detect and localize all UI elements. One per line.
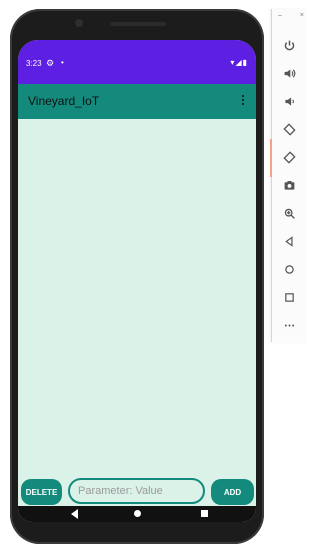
app-toolbar: Vineyard_IoT [18, 84, 256, 119]
panel-window-controls: – × [278, 12, 304, 19]
zoom-icon[interactable] [278, 202, 300, 224]
more-vertical-icon[interactable] [238, 93, 248, 109]
power-icon[interactable] [278, 34, 300, 56]
rotate-left-icon[interactable] [278, 118, 300, 140]
delete-button[interactable]: DELETE [21, 479, 62, 505]
emulator-window: 3:23 ⚙ • ▾◢▮ Vineyard_IoT DELETE Paramet… [0, 0, 306, 547]
parameter-input-placeholder: Parameter: Value [78, 485, 163, 497]
home-icon[interactable] [278, 258, 300, 280]
more-icon[interactable] [278, 314, 300, 336]
rotate-right-icon[interactable] [278, 146, 300, 168]
gear-icon: ⚙ [46, 58, 55, 68]
status-icons: ▾◢▮ [230, 58, 248, 67]
volume-down-icon[interactable] [278, 90, 300, 112]
phone-screen: 3:23 ⚙ • ▾◢▮ Vineyard_IoT DELETE Paramet… [18, 40, 256, 522]
camera-icon[interactable] [278, 174, 300, 196]
volume-up-icon[interactable] [278, 62, 300, 84]
status-time: 3:23 [26, 59, 42, 68]
close-button[interactable]: × [300, 12, 304, 19]
minimize-button[interactable]: – [278, 12, 282, 19]
back-icon[interactable] [71, 509, 78, 519]
recents-icon[interactable] [201, 510, 208, 517]
dot-icon: • [61, 58, 64, 67]
app-title: Vineyard_IoT [28, 94, 100, 108]
earpiece-speaker [110, 22, 166, 26]
panel-resize-handle[interactable] [270, 139, 272, 177]
emulator-side-panel: – × [270, 9, 306, 342]
add-button[interactable]: ADD [211, 479, 254, 505]
phone-frame: 3:23 ⚙ • ▾◢▮ Vineyard_IoT DELETE Paramet… [10, 9, 264, 544]
overview-icon[interactable] [278, 286, 300, 308]
system-nav-bar [18, 506, 256, 522]
status-bar: 3:23 ⚙ • ▾◢▮ [18, 40, 256, 84]
home-icon[interactable] [134, 510, 141, 517]
signal-icon: ◢ [235, 58, 243, 67]
front-camera [75, 19, 83, 27]
battery-icon: ▮ [242, 58, 248, 67]
parameter-input[interactable]: Parameter: Value [68, 478, 205, 504]
back-icon[interactable] [278, 230, 300, 252]
